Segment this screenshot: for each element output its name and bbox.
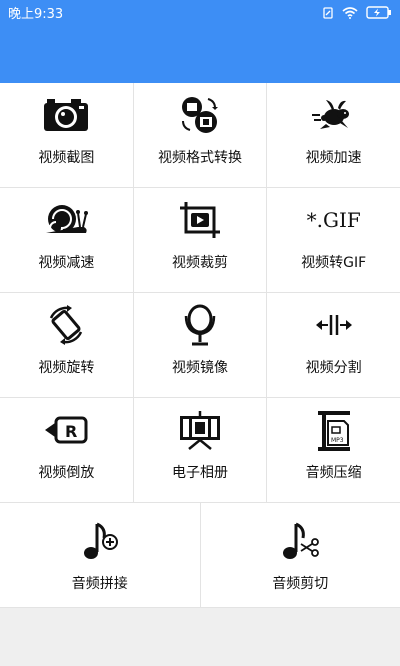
app-header [0,25,400,83]
tool-video-crop[interactable]: 视频裁剪 [134,188,268,292]
photo-album-icon [175,408,225,452]
tool-label: 视频分割 [305,360,362,376]
rotate-icon [41,303,91,347]
battery-charging-icon [366,6,392,19]
tool-photo-album[interactable]: 电子相册 [134,398,268,502]
tool-video-split[interactable]: 视频分割 [267,293,400,397]
svg-text:MP3: MP3 [331,437,344,444]
rabbit-icon [309,93,359,137]
tool-speed-up[interactable]: 视频加速 [267,83,400,187]
audio-join-icon [75,519,125,563]
tool-label: 视频旋转 [38,360,95,376]
tool-grid: 视频截图 视频格式转换 视频加速 视频减速 视频裁剪 *.GIF 视频转GIF … [0,83,400,608]
reverse-icon: R [41,408,91,452]
status-time: 晚上9:33 [8,7,64,22]
tool-label: 视频转GIF [301,255,367,271]
snail-icon [41,198,91,242]
tool-video-to-gif[interactable]: *.GIF 视频转GIF [267,188,400,292]
tool-audio-join[interactable]: 音频拼接 [0,503,201,607]
audio-compress-icon: MP3 [309,408,359,452]
video-crop-icon [175,198,225,242]
tool-row: R 视频倒放 电子相册 MP3 音频压缩 [0,398,400,503]
wifi-icon [342,6,358,19]
tool-video-mirror[interactable]: 视频镜像 [134,293,268,397]
sim-icon [322,6,334,19]
tool-label: 视频减速 [38,255,95,271]
tool-row: 视频截图 视频格式转换 视频加速 [0,83,400,188]
tool-label: 电子相册 [172,465,228,481]
camera-icon [41,93,91,137]
tool-label: 视频格式转换 [158,150,242,166]
mirror-icon [175,303,225,347]
audio-cut-icon [275,519,325,563]
svg-text:R: R [65,422,77,441]
tool-video-screenshot[interactable]: 视频截图 [0,83,134,187]
tool-format-convert[interactable]: 视频格式转换 [134,83,268,187]
tool-label: 视频倒放 [38,465,95,481]
split-icon [309,303,359,347]
tool-label: 视频加速 [305,150,362,166]
tool-audio-compress[interactable]: MP3 音频压缩 [267,398,400,502]
tool-row: 音频拼接 音频剪切 [0,503,400,608]
tool-label: 视频镜像 [172,360,228,376]
tool-label: 视频截图 [38,150,95,166]
tool-video-rotate[interactable]: 视频旋转 [0,293,134,397]
tool-label: 音频压缩 [305,465,362,481]
format-convert-icon [175,93,225,137]
gif-icon: *.GIF [306,198,361,242]
tool-row: 视频减速 视频裁剪 *.GIF 视频转GIF [0,188,400,293]
tool-video-reverse[interactable]: R 视频倒放 [0,398,134,502]
tool-row: 视频旋转 视频镜像 视频分割 [0,293,400,398]
tool-label: 视频裁剪 [172,255,228,271]
tool-label: 音频拼接 [71,576,128,592]
gif-icon-text: *.GIF [306,208,361,232]
tool-slow-down[interactable]: 视频减速 [0,188,134,292]
tool-audio-cut[interactable]: 音频剪切 [201,503,400,607]
status-bar: 晚上9:33 [0,0,400,25]
tool-label: 音频剪切 [272,576,329,592]
status-icons [322,6,392,19]
